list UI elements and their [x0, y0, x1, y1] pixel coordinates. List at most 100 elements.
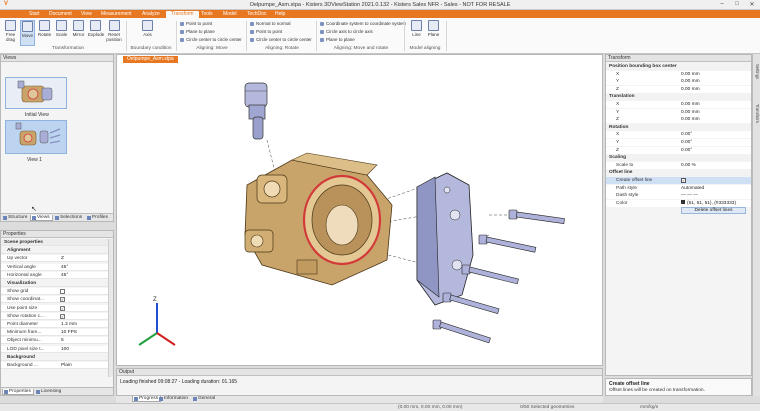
- tab-profiles[interactable]: Profiles: [86, 215, 110, 221]
- transform-value[interactable]: 0.00°: [681, 131, 692, 138]
- rotate-point-to-point[interactable]: Point to point: [250, 29, 282, 35]
- menu-model[interactable]: Model: [218, 11, 242, 18]
- menu-measurement[interactable]: Measurement: [96, 11, 137, 18]
- property-value[interactable]: 45°: [61, 272, 68, 279]
- transform-value[interactable]: 0.00 mm: [681, 116, 700, 123]
- mr-circle-axis[interactable]: Circle axis to circle axis: [320, 29, 373, 35]
- transform-row[interactable]: Y 0.00 mm: [606, 78, 751, 86]
- free-drag-button[interactable]: Free drag: [3, 20, 18, 46]
- transform-value[interactable]: 0.00 mm: [681, 71, 700, 78]
- transform-value[interactable]: Automated: [681, 185, 704, 192]
- transform-value[interactable]: 0.00 mm: [681, 109, 700, 116]
- menu-view[interactable]: View: [76, 11, 97, 18]
- mr-plane-to-plane[interactable]: Plane to plane: [320, 37, 355, 43]
- mr-coordinate-system[interactable]: Coordinate system to coordinate system: [320, 21, 406, 27]
- tab-views[interactable]: Views: [30, 215, 53, 221]
- property-row[interactable]: Background ... Plain: [1, 362, 109, 369]
- property-checkbox[interactable]: ✓: [60, 305, 65, 311]
- menu-techdoc[interactable]: TechDoc: [242, 11, 271, 18]
- rotate-button[interactable]: Rotate: [37, 20, 52, 46]
- axis-button[interactable]: Axis: [140, 20, 155, 46]
- property-value[interactable]: 1.3 mm: [61, 321, 77, 328]
- property-row[interactable]: Object minimu... 5: [1, 337, 109, 345]
- property-row[interactable]: Show coordinat... ✓: [1, 296, 109, 304]
- property-checkbox[interactable]: ✓: [60, 313, 65, 319]
- create-offset-line-checkbox[interactable]: ✓: [681, 178, 686, 183]
- tab-licensing[interactable]: Licensing: [35, 389, 63, 395]
- transform-row[interactable]: Y 0.00°: [606, 139, 751, 146]
- transform-row[interactable]: Path style Automated: [606, 184, 751, 192]
- delete-offset-lines-button[interactable]: Delete offset lines: [681, 207, 746, 215]
- line-button[interactable]: Line: [409, 20, 424, 46]
- property-value[interactable]: 10 FPS: [61, 329, 77, 336]
- transform-value[interactable]: 0.00 mm: [681, 78, 700, 85]
- menu-document[interactable]: Document: [44, 11, 77, 18]
- rotate-normal-to-normal[interactable]: Normal to normal: [250, 21, 291, 27]
- 3d-viewport[interactable]: Oelpumpe_Asm.stpa Z: [116, 54, 603, 366]
- property-row[interactable]: Minimum fram... 10 FPS: [1, 329, 109, 337]
- minimize-icon[interactable]: –: [716, 1, 728, 9]
- transform-value[interactable]: 0.00°: [681, 139, 692, 146]
- reset-position-button[interactable]: Reset position: [105, 20, 123, 46]
- transform-row[interactable]: Dash style — — —: [606, 192, 751, 200]
- property-value[interactable]: 5: [61, 337, 64, 344]
- property-value[interactable]: 100: [61, 346, 69, 353]
- transform-value[interactable]: — — —: [681, 192, 698, 199]
- menu-tools[interactable]: Tools: [196, 11, 218, 18]
- side-tab-transform[interactable]: Transform: [754, 104, 760, 123]
- explode-button[interactable]: Explode: [88, 20, 104, 46]
- transform-row[interactable]: X 0.00 mm: [606, 70, 751, 78]
- property-value[interactable]: Plain: [61, 362, 72, 369]
- property-value[interactable]: 45°: [61, 264, 68, 271]
- transform-value[interactable]: 0.00 mm: [681, 101, 700, 108]
- mirror-button[interactable]: Mirror: [71, 20, 86, 46]
- transform-row[interactable]: Z 0.00 mm: [606, 85, 751, 93]
- transform-color-value[interactable]: (51, 51, 51), (#333333): [681, 200, 736, 207]
- property-checkbox[interactable]: [60, 289, 65, 295]
- property-row[interactable]: Vertical angle 45°: [1, 263, 109, 271]
- menu-help[interactable]: Help: [270, 11, 290, 18]
- property-value[interactable]: Z: [61, 255, 64, 262]
- close-icon[interactable]: ✕: [746, 1, 758, 9]
- rotate-circle-center[interactable]: Circle center to circle center: [250, 37, 312, 43]
- tab-information[interactable]: Information: [158, 396, 190, 402]
- plane-button[interactable]: Plane: [426, 20, 441, 46]
- transform-value[interactable]: 0.00 mm: [681, 86, 700, 93]
- transform-row[interactable]: Z 0.00 mm: [606, 116, 751, 124]
- menu-start[interactable]: Start: [24, 11, 45, 18]
- view-thumbnail-initial[interactable]: [5, 77, 67, 109]
- property-row[interactable]: Use point size ✓: [1, 304, 109, 312]
- scale-button[interactable]: Scale: [54, 20, 69, 46]
- document-tab[interactable]: Oelpumpe_Asm.stpa: [123, 56, 178, 63]
- property-row[interactable]: Up vector Z: [1, 255, 109, 263]
- menu-transform[interactable]: Transform: [166, 11, 199, 18]
- tab-selections[interactable]: Selections: [54, 215, 84, 221]
- property-row[interactable]: Point diameter 1.3 mm: [1, 321, 109, 328]
- move-plane-to-plane[interactable]: Plane to plane: [180, 29, 215, 35]
- tab-general[interactable]: General: [192, 396, 217, 402]
- tab-progress[interactable]: Progress: [132, 396, 162, 402]
- move-point-to-point[interactable]: Point to point: [180, 21, 212, 27]
- move-circle-center[interactable]: Circle center to circle center: [180, 37, 242, 43]
- property-checkbox[interactable]: ✓: [60, 297, 65, 303]
- transform-value[interactable]: 0.00°: [681, 147, 692, 154]
- view-thumbnail-view1[interactable]: [5, 120, 67, 154]
- move-button[interactable]: Move: [20, 20, 35, 46]
- transform-row[interactable]: Create offset line ✓: [606, 177, 751, 184]
- property-row[interactable]: Show grid: [1, 288, 109, 296]
- transform-row[interactable]: Y 0.00 mm: [606, 108, 751, 116]
- properties-scrollbar[interactable]: [108, 239, 113, 377]
- transform-row[interactable]: Color (51, 51, 51), (#333333): [606, 199, 751, 207]
- tab-structure[interactable]: Structure: [2, 215, 29, 221]
- transform-row[interactable]: X 0.00°: [606, 131, 751, 139]
- transform-row[interactable]: Scale to 0.00 %: [606, 161, 751, 169]
- transform-value[interactable]: 0.00 %: [681, 162, 696, 169]
- transform-row[interactable]: Z 0.00°: [606, 146, 751, 154]
- property-row[interactable]: LOD pixel size t... 100: [1, 345, 109, 353]
- transform-row[interactable]: X 0.00 mm: [606, 101, 751, 108]
- maximize-icon[interactable]: □: [731, 1, 743, 9]
- tab-properties[interactable]: Properties: [2, 389, 34, 395]
- property-row[interactable]: Horizontal angle 45°: [1, 271, 109, 279]
- property-row[interactable]: Show rotation c... ✓: [1, 312, 109, 320]
- side-tab-settings[interactable]: Settings: [754, 64, 760, 79]
